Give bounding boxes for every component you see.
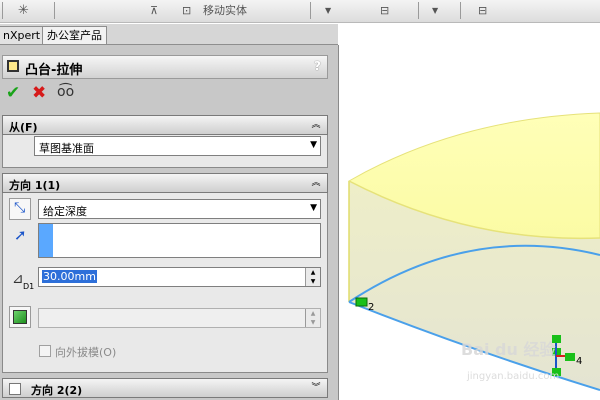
direction-vector-icon: ➚ [14, 226, 27, 244]
outward-draft-checkbox[interactable] [39, 345, 51, 357]
spin-down-icon[interactable]: ▼ [306, 318, 320, 327]
end-condition-value: 给定深度 [43, 205, 87, 218]
draft-angle-input[interactable]: ▲ ▼ [38, 308, 321, 328]
depth-input[interactable]: 30.00mm ▲ ▼ [38, 267, 321, 287]
end-condition-select[interactable]: 给定深度 ▼ [38, 199, 321, 219]
preview-glasses-icon[interactable]: o͡o [57, 84, 74, 100]
toolbar-separator [460, 2, 461, 19]
sketch-point-marker[interactable] [355, 297, 368, 307]
outward-draft-label: 向外拔模(O) [55, 346, 117, 359]
toolbar-separator [2, 2, 3, 19]
sketch-point-label: 2 [368, 302, 374, 313]
tab-label: 办公室产品 [47, 29, 102, 42]
toolbar-separator [418, 2, 419, 19]
draft-icon [13, 310, 27, 324]
from-section-body: 草图基准面 ▼ [2, 135, 328, 168]
triad-point-label: 4 [576, 356, 582, 367]
direction2-checkbox[interactable] [9, 383, 21, 395]
feature-title-bar: 凸台-拉伸 ? [2, 55, 328, 79]
watermark-url: jingyan.baidu.com [466, 371, 559, 382]
collapse-chevron-up-icon[interactable]: ︽ [309, 176, 323, 190]
move-entity-icon[interactable]: ⊡ [182, 2, 191, 19]
toolbar-small-icon[interactable]: ⊼ [150, 2, 158, 19]
toolbar-separator [54, 2, 55, 19]
toolbar-asterisk-icon[interactable]: ✳ [18, 2, 29, 19]
direction2-section-title: 方向 2(2) [31, 384, 83, 397]
tab-label: nXpert [3, 29, 41, 42]
cancel-x-icon[interactable]: ✖ [32, 83, 46, 103]
direction2-section-header[interactable]: 方向 2(2) ︾ [2, 378, 328, 398]
depth-value: 30.00mm [42, 270, 97, 283]
depth-spinner[interactable]: ▲ ▼ [305, 268, 320, 286]
toolbar-separator [310, 2, 311, 19]
draft-spinner[interactable]: ▲ ▼ [305, 309, 320, 327]
addin-tabs: nXpert 办公室产品 [0, 24, 338, 45]
depth-icon: ⊿ [12, 271, 24, 287]
direction-vector-list[interactable] [38, 223, 321, 258]
chevron-down-icon[interactable]: ▼ [310, 203, 317, 213]
boss-extrude-icon [7, 60, 19, 72]
ok-check-icon[interactable]: ✔ [6, 83, 20, 103]
tab-office-products[interactable]: 办公室产品 [42, 26, 107, 44]
spin-down-icon[interactable]: ▼ [306, 277, 320, 286]
tab-xpert[interactable]: nXpert [0, 26, 46, 44]
chevron-down-icon[interactable]: ▼ [310, 140, 317, 150]
graphics-viewport[interactable]: 2 4 Bai du 经验 jingyan.baidu.com [339, 23, 600, 400]
spin-up-icon[interactable]: ▲ [306, 268, 320, 277]
expand-chevron-down-icon[interactable]: ︾ [309, 381, 323, 395]
from-section-header[interactable]: 从(F) ︽ [2, 115, 328, 135]
direction1-section-header[interactable]: 方向 1(1) ︽ [2, 173, 328, 193]
property-manager: 凸台-拉伸 ? ✔ ✖ o͡o 从(F) ︽ 草图基准面 ▼ 方向 1(1) ︽… [0, 45, 339, 400]
top-toolbar: ✳ ⊼ ⊡ 移动实体 ▼ ⊟ ▼ ⊟ [0, 0, 600, 23]
toolbar-sketch-icon[interactable]: ⊟ [380, 2, 389, 19]
help-button[interactable]: ? [314, 59, 321, 73]
reverse-direction-button[interactable]: ⤡ [9, 198, 31, 220]
depth-sub-label: D1 [23, 282, 35, 291]
direction1-section-title: 方向 1(1) [9, 179, 61, 192]
draft-toggle-button[interactable] [9, 306, 31, 328]
spin-up-icon[interactable]: ▲ [306, 309, 320, 318]
selection-indicator [39, 224, 53, 257]
start-condition-value: 草图基准面 [39, 142, 94, 155]
move-entity-button[interactable]: 移动实体 [203, 2, 247, 19]
toolbar-view-icon[interactable]: ⊟ [478, 2, 487, 19]
reverse-direction-icon: ⤡ [14, 200, 26, 216]
watermark-text: Bai du 经验 [461, 340, 556, 359]
from-section-title: 从(F) [9, 121, 38, 134]
feature-title: 凸台-拉伸 [25, 63, 83, 78]
collapse-chevron-up-icon[interactable]: ︽ [309, 118, 323, 132]
direction1-section-body: ⤡ 给定深度 ▼ ➚ ⊿ D1 30.00mm ▲ ▼ ▲ ▼ 向外拔模(O) [2, 193, 328, 373]
model-preview: 2 4 Bai du 经验 jingyan.baidu.com [347, 112, 600, 391]
start-condition-select[interactable]: 草图基准面 ▼ [34, 136, 321, 156]
toolbar-dropdown-icon[interactable]: ▼ [432, 2, 438, 19]
toolbar-dropdown-icon[interactable]: ▼ [325, 2, 331, 19]
